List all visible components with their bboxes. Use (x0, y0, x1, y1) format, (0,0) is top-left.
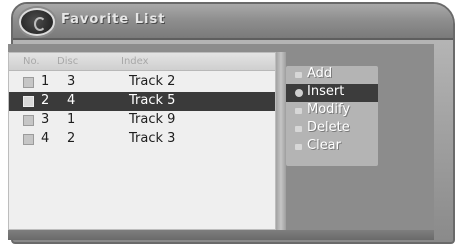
list-rows: 1 3 Track 2 2 4 Track 5 3 1 Track 9 4 2 (9, 73, 275, 149)
action-menu: Add Insert Modify Delete Clear (286, 66, 378, 166)
row-marker-icon (23, 77, 34, 88)
row-track: Track 2 (129, 74, 176, 89)
menu-item-delete[interactable]: Delete (286, 120, 378, 138)
panel-divider (276, 52, 286, 230)
bottom-bar (8, 230, 434, 240)
row-number: 2 (41, 93, 50, 108)
row-track: Track 3 (129, 131, 176, 146)
row-disc: 2 (67, 131, 76, 146)
menu-item-insert[interactable]: Insert (286, 84, 378, 102)
bullet-icon (295, 72, 302, 78)
column-header-index: Index (121, 56, 149, 67)
row-number: 3 (41, 112, 50, 127)
bullet-icon (295, 89, 303, 97)
logo-knob-icon (19, 8, 55, 36)
list-header: No. Disc Index (9, 53, 275, 71)
menu-item-label: Modify (307, 102, 351, 117)
row-marker-icon (23, 115, 34, 126)
column-header-no: No. (23, 56, 40, 67)
title-bar: Favorite List (13, 4, 453, 40)
row-disc: 1 (67, 112, 76, 127)
bullet-icon (295, 144, 302, 150)
menu-item-clear[interactable]: Clear (286, 138, 378, 156)
row-track: Track 5 (129, 93, 176, 108)
column-header-disc: Disc (57, 56, 79, 67)
window-title: Favorite List (61, 12, 166, 27)
list-row[interactable]: 3 1 Track 9 (9, 111, 275, 130)
list-row[interactable]: 1 3 Track 2 (9, 73, 275, 92)
menu-item-label: Delete (307, 120, 350, 135)
menu-item-label: Add (307, 66, 333, 81)
row-number: 1 (41, 74, 50, 89)
menu-item-modify[interactable]: Modify (286, 102, 378, 120)
row-marker-icon (23, 96, 34, 107)
menu-item-add[interactable]: Add (286, 66, 378, 84)
menu-item-label: Insert (307, 84, 345, 99)
screen: Favorite List No. Disc Index 1 3 Track 2… (0, 0, 458, 244)
row-disc: 4 (67, 93, 76, 108)
list-row[interactable]: 2 4 Track 5 (9, 92, 275, 111)
row-track: Track 9 (129, 112, 176, 127)
favorite-list-panel: No. Disc Index 1 3 Track 2 2 4 Track 5 3… (8, 52, 276, 230)
row-number: 4 (41, 131, 50, 146)
row-marker-icon (23, 134, 34, 145)
row-disc: 3 (67, 74, 76, 89)
list-row[interactable]: 4 2 Track 3 (9, 130, 275, 149)
menu-item-label: Clear (307, 138, 341, 153)
bullet-icon (295, 108, 302, 114)
bullet-icon (295, 126, 302, 132)
